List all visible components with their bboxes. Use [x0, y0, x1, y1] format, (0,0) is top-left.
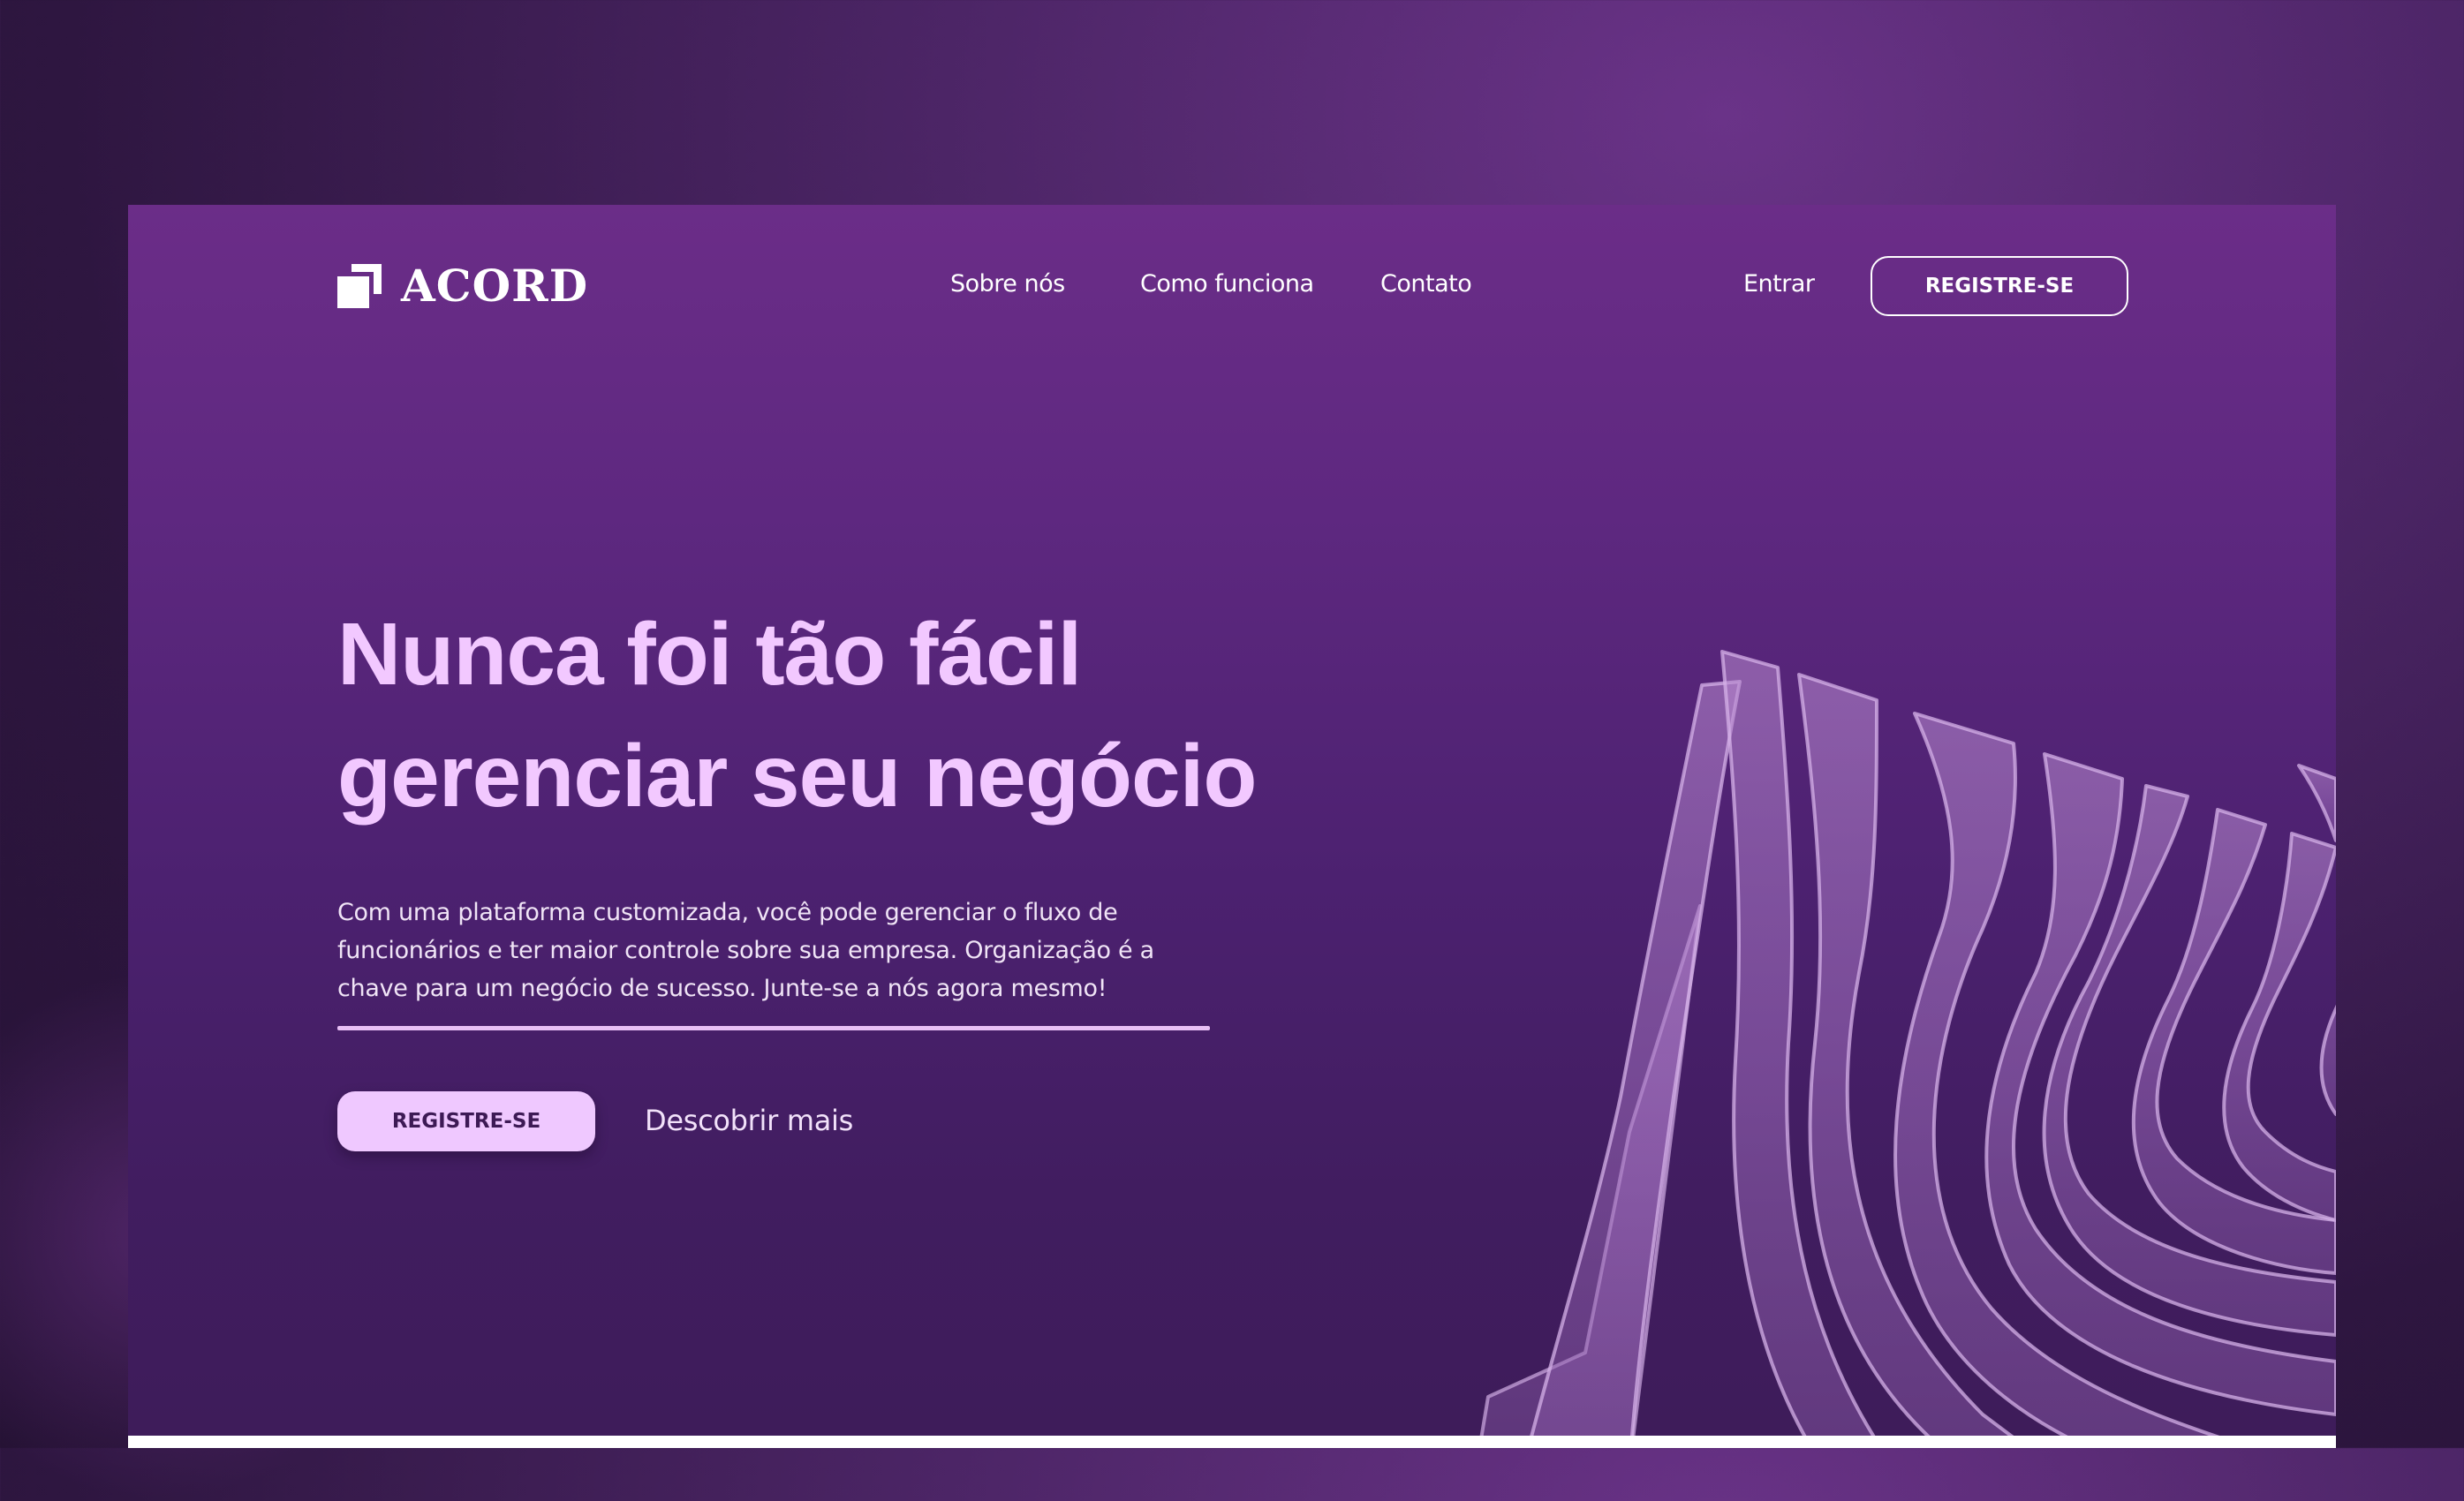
nav-link-como-funciona[interactable]: Como funciona [1140, 270, 1314, 298]
hero-description-line-1: Com uma plataforma customizada, você pod… [337, 899, 1118, 926]
hero-title-line-1: Nunca foi tão fácil [337, 605, 1082, 704]
nav-link-sobre-nos[interactable]: Sobre nós [950, 270, 1065, 298]
nav-link-contato[interactable]: Contato [1380, 270, 1472, 298]
login-link[interactable]: Entrar [1743, 270, 1815, 298]
register-button[interactable]: REGISTRE-SE [337, 1091, 595, 1151]
page-bottom-edge [128, 1436, 2336, 1448]
hero-divider [337, 1026, 1210, 1030]
discover-more-link[interactable]: Descobrir mais [645, 1104, 853, 1137]
hero-title-line-2: gerenciar seu negócio [337, 727, 1257, 826]
logo[interactable]: ACORD [337, 260, 588, 312]
brand-name: ACORD [401, 260, 589, 312]
acord-logo-icon [337, 263, 382, 308]
hero-description-line-3: chave para um negócio de sucesso. Junte-… [337, 975, 1107, 1002]
hero-description: Com uma plataforma customizada, você pod… [337, 894, 1168, 1007]
nav-register-button[interactable]: REGISTRE-SE [1871, 256, 2128, 316]
hero-title: Nunca foi tão fácil gerenciar seu negóci… [337, 593, 1397, 837]
wavy-ribbons-illustration [1479, 650, 2336, 1436]
hero-description-line-2: funcionários e ter maior controle sobre … [337, 937, 1154, 964]
hero-card: ACORD Sobre nós Como funciona Contato En… [128, 205, 2336, 1436]
